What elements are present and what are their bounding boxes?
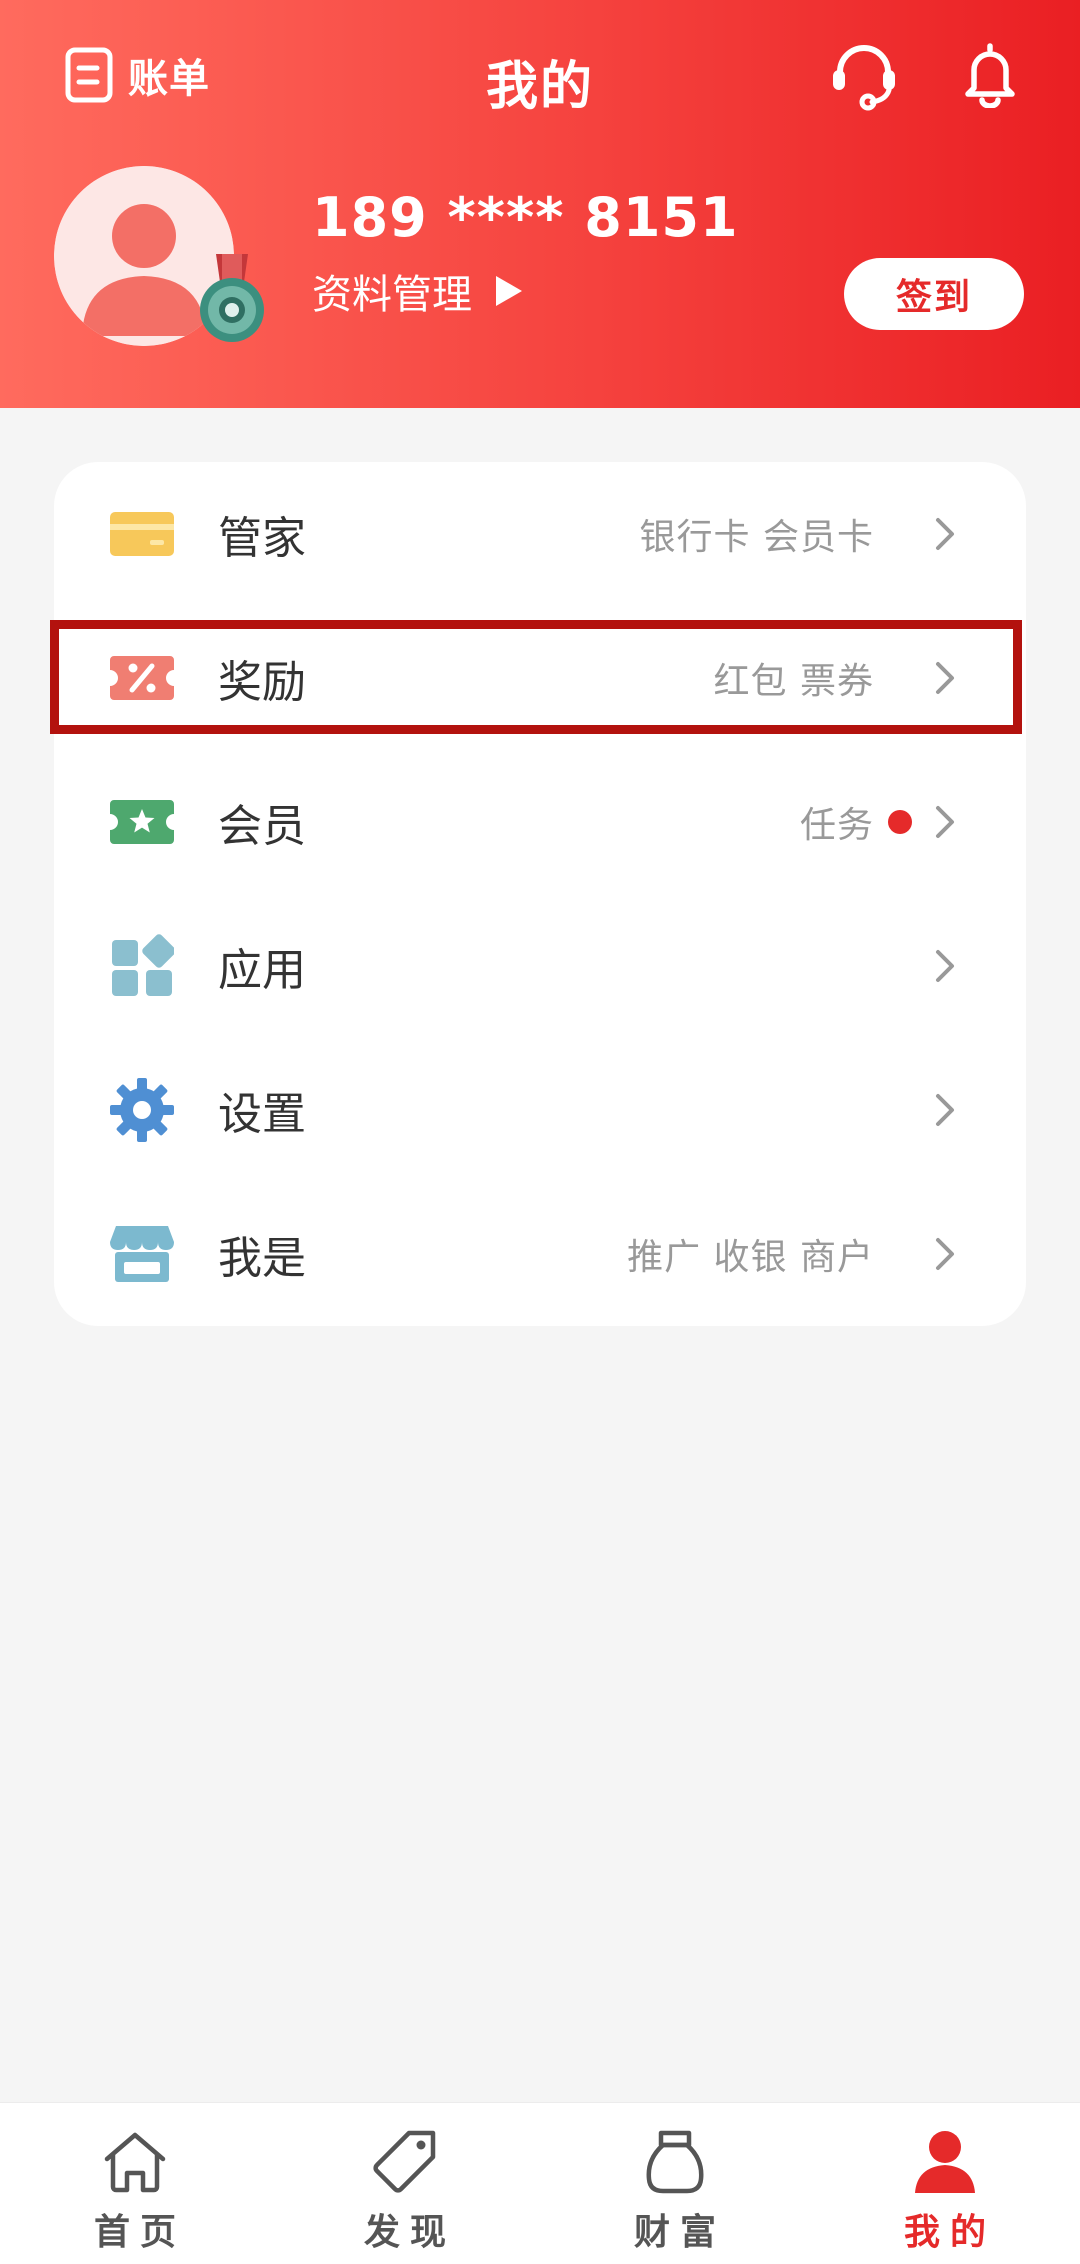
menu-card: 管家 银行卡 会员卡 奖励 红包 票券 会员 任务 应用 设置 我是 推广 收银…: [54, 462, 1026, 1326]
play-arrow-icon: [496, 276, 522, 306]
menu-item-membership[interactable]: 会员 任务: [54, 750, 1026, 894]
chevron-right-icon: [936, 1238, 954, 1270]
nav-label: 首页: [93, 2212, 186, 2253]
nav-home[interactable]: 首页: [35, 2103, 235, 2264]
bell-icon[interactable]: [960, 40, 1020, 108]
menu-item-settings[interactable]: 设置: [54, 1038, 1026, 1182]
menu-item-apps[interactable]: 应用: [54, 894, 1026, 1038]
headset-icon[interactable]: [828, 40, 900, 112]
store-icon: [110, 1226, 174, 1282]
menu-item-label: 设置: [218, 1089, 306, 1140]
medal-icon: [200, 254, 264, 342]
chevron-right-icon: [936, 1094, 954, 1126]
menu-item-subtext: 推广 收银 商户: [627, 1237, 874, 1278]
menu-item-merchant[interactable]: 我是 推广 收银 商户: [54, 1182, 1026, 1326]
gear-icon: [110, 1078, 174, 1142]
coupon-icon: [110, 656, 174, 700]
profile-header: 账单 我的 189 **** 8151 资料管理 签到: [0, 0, 1080, 408]
ticket-star-icon: [110, 800, 174, 844]
menu-item-label: 会员: [218, 801, 306, 852]
home-icon: [104, 2132, 166, 2193]
profile-manage-label: 资料管理: [312, 272, 472, 318]
bottom-navigation: 首页 发现 财富 我的: [0, 2102, 1080, 2264]
phone-number: 189 **** 8151: [312, 186, 739, 249]
top-bar: 账单 我的: [0, 0, 1080, 150]
profile-manage-link[interactable]: 资料管理: [312, 262, 524, 320]
nav-mine[interactable]: 我的: [845, 2103, 1045, 2264]
page-title: 我的: [485, 57, 594, 117]
menu-item-label: 管家: [218, 513, 306, 564]
apps-icon: [112, 934, 174, 996]
card-icon: [110, 512, 174, 556]
menu-item-butler[interactable]: 管家 银行卡 会员卡: [54, 462, 1026, 606]
menu-item-label: 奖励: [218, 657, 306, 708]
checkin-button[interactable]: 签到: [844, 258, 1024, 330]
menu-item-subtext: 任务: [799, 805, 874, 846]
nav-label: 财富: [633, 2212, 726, 2253]
person-icon: [915, 2131, 975, 2193]
menu-item-subtext: 红包 票券: [713, 661, 874, 702]
menu-item-rewards[interactable]: 奖励 红包 票券: [54, 606, 1026, 750]
nav-label: 发现: [363, 2212, 456, 2253]
chevron-right-icon: [936, 518, 954, 550]
nav-discover[interactable]: 发现: [305, 2103, 505, 2264]
money-bag-icon: [646, 2130, 704, 2194]
menu-item-subtext: 银行卡 会员卡: [639, 517, 874, 558]
nav-wealth[interactable]: 财富: [575, 2103, 775, 2264]
menu-item-label: 我是: [218, 1233, 306, 1284]
chevron-right-icon: [936, 950, 954, 982]
notification-dot: [888, 810, 912, 834]
nav-label: 我的: [903, 2212, 996, 2253]
chevron-right-icon: [936, 806, 954, 838]
tag-icon: [373, 2130, 436, 2193]
menu-item-label: 应用: [218, 945, 306, 996]
chevron-right-icon: [936, 662, 954, 694]
